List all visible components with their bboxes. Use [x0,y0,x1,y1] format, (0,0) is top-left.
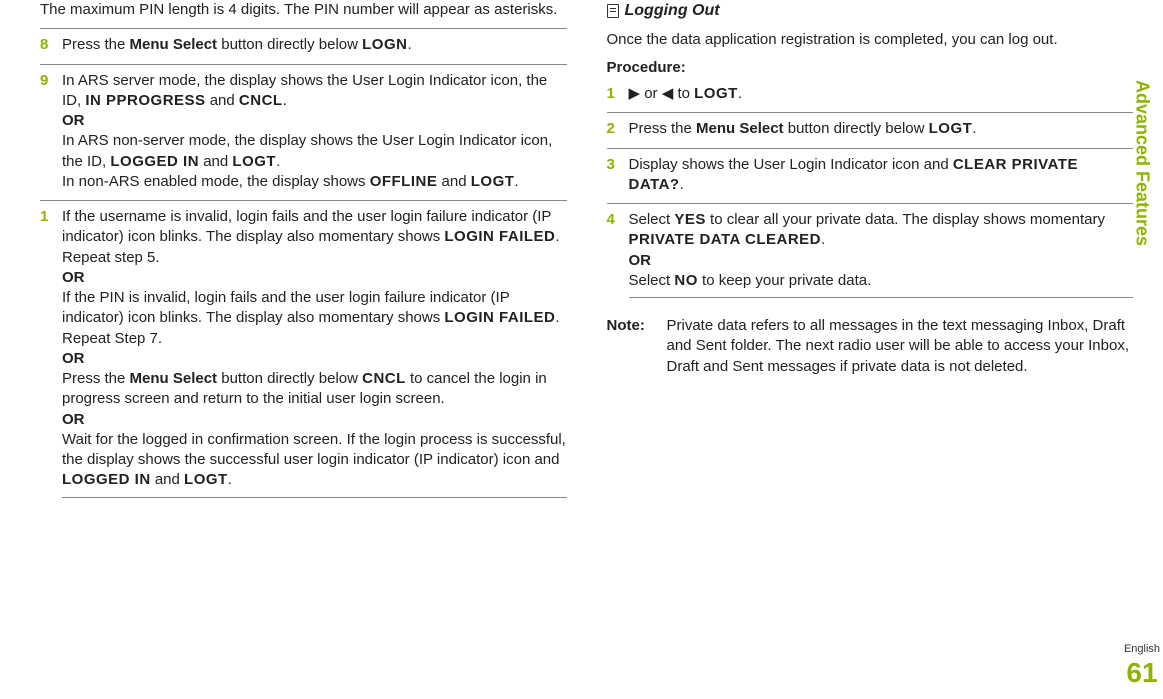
text: Press the [629,120,697,137]
cncl-label: CNCL [362,370,406,387]
text: Display shows the User Login Indicator i… [629,156,953,173]
text: and [206,92,239,109]
menu-select-label: Menu Select [130,370,218,387]
note-text: Private data refers to all messages in t… [667,316,1134,377]
text: Wait for the logged in confirmation scre… [62,431,566,468]
step-num: 8 [40,35,62,55]
private-data-cleared-label: PRIVATE DATA CLEARED [629,231,822,248]
text: Select [629,211,675,228]
logt-label: LOGT [929,120,973,137]
sidebar-title: Advanced Features [1132,80,1153,246]
text: Press the [62,36,130,53]
left-column: The maximum PIN length is 4 digits. The … [40,0,567,660]
logt-label: LOGT [471,173,515,190]
logged-in-label: LOGGED IN [110,153,199,170]
login-failed-label: LOGIN FAILED [444,228,555,245]
text: Select [629,272,675,289]
r-step-3: 3 Display shows the User Login Indicator… [607,148,1134,196]
text: . [738,85,742,102]
document-icon [607,4,619,18]
pin-intro: The maximum PIN length is 4 digits. The … [40,0,567,20]
step-num: 4 [607,210,629,304]
note-label: Note: [607,316,667,377]
step-body: Press the Menu Select button directly be… [62,35,567,55]
left-arrow-icon: ◀ [662,85,674,102]
step-9: 9 In ARS server mode, the display shows … [40,64,567,193]
login-failed-label: LOGIN FAILED [444,309,555,326]
r-step-2: 2 Press the Menu Select button directly … [607,112,1134,139]
logout-intro: Once the data application registration i… [607,30,1134,50]
text: . [680,176,684,193]
step-body: Display shows the User Login Indicator i… [629,155,1134,196]
text: or [640,85,662,102]
r-step-1: 1 ▶ or ◀ to LOGT. [607,84,1134,104]
logt-label: LOGT [694,85,738,102]
text: button directly below [217,36,362,53]
text: If the PIN is invalid, login fails and t… [62,289,509,326]
text: . [283,92,287,109]
text: and [437,173,470,190]
step-num: 3 [607,155,629,196]
cncl-label: CNCL [239,92,283,109]
procedure-label: Procedure: [607,59,686,76]
step-1: 1 If the username is invalid, login fail… [40,200,567,504]
section-heading: Logging Out [607,0,1134,22]
text: and [151,471,184,488]
or-label: OR [62,411,85,428]
text: . [821,231,825,248]
divider [629,297,1134,298]
language-label: English [1124,643,1160,655]
step-body: Press the Menu Select button directly be… [629,119,1134,139]
logt-label: LOGT [232,153,276,170]
or-label: OR [629,252,652,269]
or-label: OR [62,112,85,129]
section-title: Logging Out [625,0,720,22]
or-label: OR [62,350,85,367]
step-num: 1 [607,84,629,104]
text: button directly below [784,120,929,137]
page-number: 61 [1124,657,1160,689]
page-number-block: English 61 [1124,643,1160,689]
right-arrow-icon: ▶ [629,85,641,102]
step-body: In ARS server mode, the display shows th… [62,71,567,193]
step-body: ▶ or ◀ to LOGT. [629,84,1134,104]
text: . [228,471,232,488]
text: to keep your private data. [698,272,871,289]
or-label: OR [62,269,85,286]
in-progress-label: IN PPROGRESS [85,92,205,109]
text: . [972,120,976,137]
offline-label: OFFLINE [370,173,438,190]
divider [62,497,567,498]
yes-label: YES [674,211,706,228]
step-body: If the username is invalid, login fails … [62,207,567,504]
text: to clear all your private data. The disp… [706,211,1105,228]
logged-in-label: LOGGED IN [62,471,151,488]
text: . [407,36,411,53]
menu-select-label: Menu Select [130,36,218,53]
text: . [276,153,280,170]
right-column: Logging Out Once the data application re… [607,0,1134,660]
logn-label: LOGN [362,36,407,53]
menu-select-label: Menu Select [696,120,784,137]
note-block: Note: Private data refers to all message… [607,316,1134,377]
step-num: 9 [40,71,62,193]
text: button directly below [217,370,362,387]
text: In non-ARS enabled mode, the display sho… [62,173,370,190]
logt-label: LOGT [184,471,228,488]
step-body: Select YES to clear all your private dat… [629,210,1134,304]
text: Press the [62,370,130,387]
r-step-4: 4 Select YES to clear all your private d… [607,203,1134,304]
no-label: NO [674,272,698,289]
side-bar: Advanced Features English 61 [1129,0,1155,699]
text: . [514,173,518,190]
step-8: 8 Press the Menu Select button directly … [40,28,567,55]
step-num: 2 [607,119,629,139]
text: to [673,85,694,102]
text: and [199,153,232,170]
step-num: 1 [40,207,62,504]
